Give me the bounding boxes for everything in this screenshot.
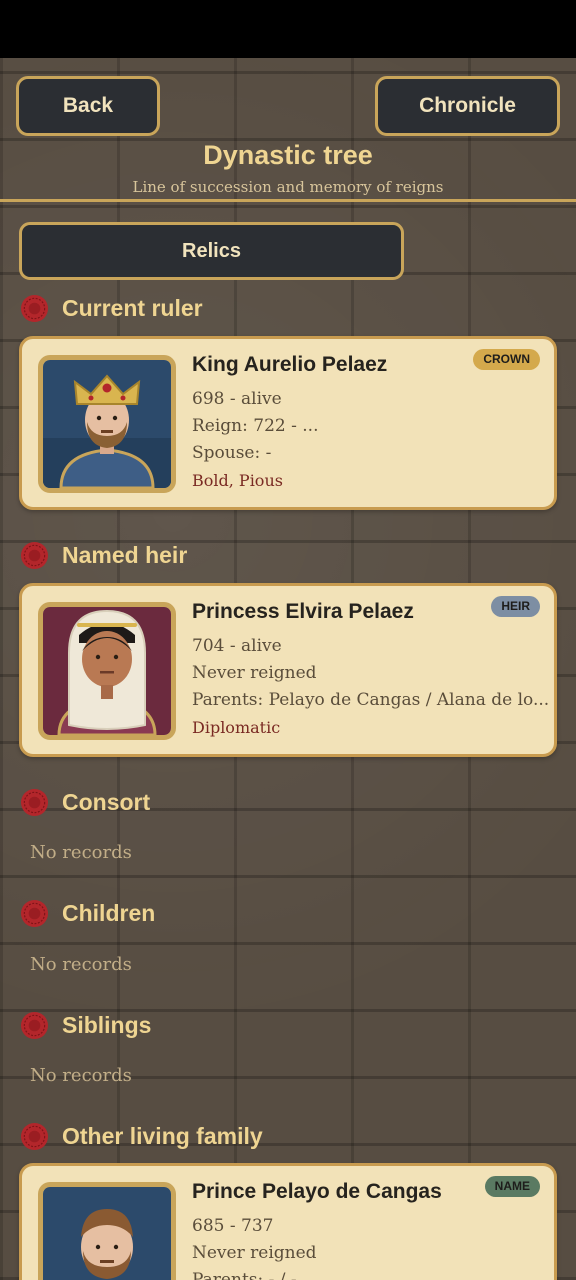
page-subtitle: Line of succession and memory of reigns — [132, 178, 444, 196]
heir-traits: Diplomatic — [192, 718, 281, 737]
section-title: Children — [62, 899, 156, 926]
crimson-seal-icon — [20, 1122, 49, 1150]
section-title: Siblings — [62, 1011, 152, 1038]
back-button[interactable]: Back — [16, 76, 160, 136]
family-member-parents: Parents: - / - — [192, 1270, 297, 1280]
heir-badge: HEIR — [491, 596, 540, 617]
name-badge: NAME — [484, 1176, 540, 1197]
section-title: Other living family — [62, 1122, 263, 1149]
ruler-card[interactable]: King Aurelio Pelaez CROWN 698 - alive Re… — [19, 336, 557, 510]
princess-portrait — [38, 602, 176, 740]
ruler-spouse: Spouse: - — [192, 443, 272, 463]
crown-badge: CROWN — [473, 349, 540, 370]
ruler-lifespan: 698 - alive — [192, 389, 282, 409]
heir-name: Princess Elvira Pelaez — [192, 600, 414, 623]
section-other-family: Other living family — [20, 1119, 263, 1153]
chronicle-button[interactable]: Chronicle — [375, 76, 560, 136]
crimson-seal-icon — [20, 788, 49, 816]
section-consort: Consort — [20, 785, 150, 819]
section-children: Children — [20, 896, 155, 930]
ruler-name: King Aurelio Pelaez — [192, 353, 388, 376]
crimson-seal-icon — [20, 1011, 49, 1039]
header-divider — [0, 199, 576, 202]
section-siblings: Siblings — [20, 1008, 151, 1042]
heir-lifespan: 704 - alive — [192, 636, 282, 656]
children-empty-text: No records — [30, 954, 132, 975]
prince-portrait — [38, 1182, 176, 1280]
section-title: Named heir — [62, 541, 188, 568]
crimson-seal-icon — [20, 294, 49, 322]
crimson-seal-icon — [20, 899, 49, 927]
page-title: Dynastic tree — [203, 140, 373, 170]
family-member-lifespan: 685 - 737 — [192, 1216, 274, 1236]
siblings-empty-text: No records — [30, 1065, 132, 1086]
family-member-reign-status: Never reigned — [192, 1243, 317, 1263]
status-bar — [0, 0, 576, 58]
consort-empty-text: No records — [30, 842, 132, 863]
family-card[interactable]: Prince Pelayo de Cangas NAME 685 - 737 N… — [19, 1163, 557, 1280]
section-title: Current ruler — [62, 294, 203, 321]
crimson-seal-icon — [20, 541, 49, 569]
ruler-reign: Reign: 722 - ... — [192, 416, 319, 436]
family-member-name: Prince Pelayo de Cangas — [192, 1180, 442, 1203]
section-current-ruler: Current ruler — [20, 291, 203, 325]
heir-reign-status: Never reigned — [192, 663, 317, 683]
section-title: Consort — [62, 788, 151, 815]
section-named-heir: Named heir — [20, 538, 187, 572]
ruler-traits: Bold, Pious — [192, 471, 283, 490]
heir-parents: Parents: Pelayo de Cangas / Alana de lo.… — [192, 690, 550, 710]
relics-button[interactable]: Relics — [19, 222, 404, 280]
king-portrait — [38, 355, 176, 493]
heir-card[interactable]: Princess Elvira Pelaez HEIR 704 - alive … — [19, 583, 557, 757]
